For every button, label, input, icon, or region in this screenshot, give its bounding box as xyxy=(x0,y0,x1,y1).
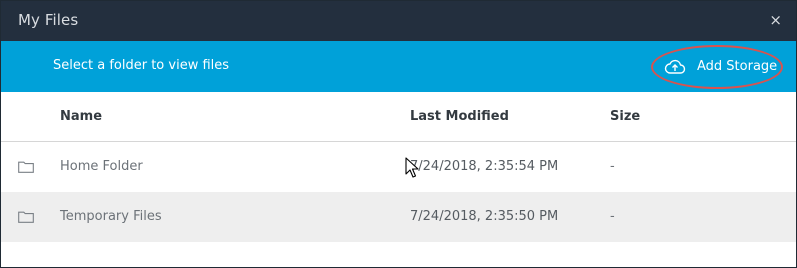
add-storage-button[interactable]: Add Storage xyxy=(651,45,783,89)
my-files-dialog: My Files × Select a folder to view files… xyxy=(0,0,797,268)
table-row[interactable]: Temporary Files 7/24/2018, 2:35:50 PM - xyxy=(1,192,796,242)
table-header: Name Last Modified Size xyxy=(1,92,796,142)
folder-icon xyxy=(18,211,34,223)
column-header-size[interactable]: Size xyxy=(610,109,640,124)
row-name: Home Folder xyxy=(60,159,143,174)
add-storage-label: Add Storage xyxy=(697,59,778,74)
folder-icon xyxy=(18,161,34,173)
row-size: - xyxy=(610,209,615,224)
column-header-last-modified[interactable]: Last Modified xyxy=(410,109,509,124)
cloud-upload-icon xyxy=(664,59,686,74)
row-last-modified: 7/24/2018, 2:35:50 PM xyxy=(410,209,559,224)
banner-text: Select a folder to view files xyxy=(53,58,230,73)
dialog-title: My Files xyxy=(18,11,79,29)
row-size: - xyxy=(610,159,615,174)
column-header-name[interactable]: Name xyxy=(60,109,102,124)
table-row[interactable]: Home Folder 7/24/2018, 2:35:54 PM - xyxy=(1,142,796,192)
row-name: Temporary Files xyxy=(60,209,162,224)
title-bar: My Files × xyxy=(1,1,796,41)
close-icon[interactable]: × xyxy=(769,11,782,29)
row-last-modified: 7/24/2018, 2:35:54 PM xyxy=(410,159,559,174)
